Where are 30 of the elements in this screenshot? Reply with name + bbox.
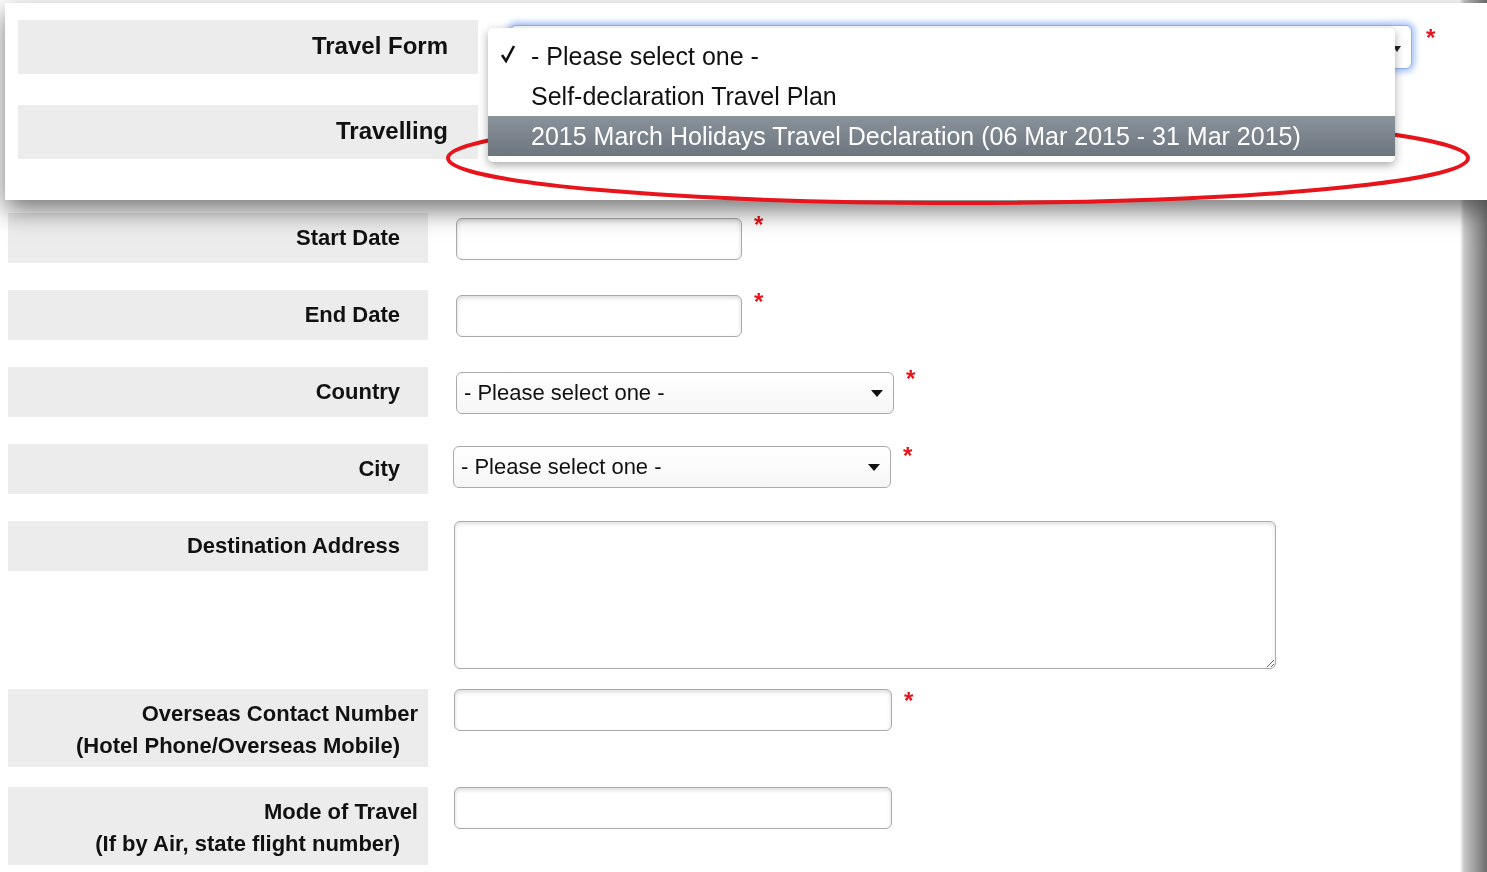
label-hint: (Hotel Phone/Overseas Mobile) xyxy=(76,733,400,759)
label-hint: (If by Air, state flight number) xyxy=(95,831,400,857)
check-icon xyxy=(500,44,516,64)
required-asterisk: * xyxy=(1426,26,1436,50)
dropdown-option[interactable]: 2015 March Holidays Travel Declaration (06 Mar 2015 - 31 Mar 2015) xyxy=(488,116,1395,156)
caret-icon xyxy=(868,463,880,471)
text-field[interactable] xyxy=(454,787,892,829)
field-label: Travel Form xyxy=(18,20,478,74)
field-label: Travelling xyxy=(18,105,478,159)
text-area[interactable] xyxy=(454,521,1276,669)
caret-icon xyxy=(871,389,883,397)
required-asterisk: * xyxy=(903,444,913,468)
label-text: End Date xyxy=(304,302,400,328)
label-text: Destination Address xyxy=(186,533,400,559)
text-field[interactable] xyxy=(454,689,892,731)
select-field[interactable]: - Please select one - xyxy=(456,372,894,414)
dropdown-option[interactable]: - Please select one - xyxy=(488,36,1395,76)
required-asterisk: * xyxy=(906,367,916,391)
required-asterisk: * xyxy=(754,290,764,314)
label-text: Mode of Travel xyxy=(263,799,418,825)
text-field[interactable] xyxy=(456,218,742,260)
dropdown-option[interactable]: Self-declaration Travel Plan xyxy=(488,76,1395,116)
required-asterisk: * xyxy=(904,689,914,713)
label-text: City xyxy=(358,456,400,482)
select-field[interactable]: - Please select one - xyxy=(453,446,891,488)
label-text: Start Date xyxy=(296,225,400,251)
required-asterisk: * xyxy=(754,213,764,237)
label-text: Country xyxy=(315,379,400,405)
text-field[interactable] xyxy=(456,295,742,337)
label-text: Overseas Contact Number xyxy=(141,701,418,727)
